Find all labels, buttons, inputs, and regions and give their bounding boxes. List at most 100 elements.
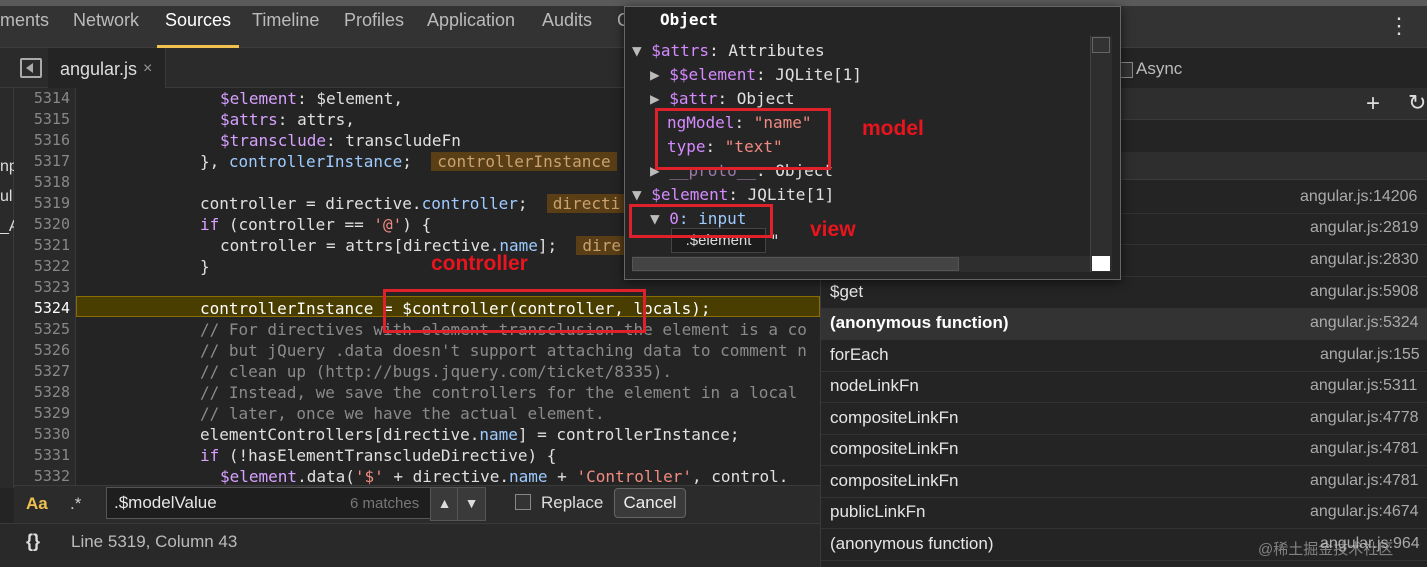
code-token: $element <box>220 467 298 485</box>
code-token: ]; <box>537 236 558 255</box>
call-frame-location[interactable]: angular.js:5324 <box>1310 314 1419 332</box>
code-token: controllerInstance <box>228 152 403 171</box>
vertical-scrollbar[interactable] <box>1090 36 1112 272</box>
call-frame-location[interactable]: angular.js:155 <box>1320 346 1420 364</box>
match-case-toggle[interactable]: Aa <box>26 494 48 514</box>
code-token: name <box>479 425 518 444</box>
annotation-box-model <box>655 108 831 170</box>
code-line: if (controller == '@') { <box>200 215 431 234</box>
call-frame[interactable]: nodeLinkFn angular.js:5311 <box>821 371 1427 403</box>
replace-label: Replace <box>541 493 604 512</box>
call-frame-name: compositeLinkFn <box>830 471 959 490</box>
code-token: elementControllers[directive. <box>200 425 480 444</box>
code-comment: // but jQuery .data doesn't support atta… <box>200 341 807 360</box>
code-token: + directive. <box>383 467 509 485</box>
code-token: if <box>200 215 220 234</box>
call-frame-selected[interactable]: (anonymous function) angular.js:5324 <box>821 308 1427 340</box>
code-line: $element.data('$' + directive.name + 'Co… <box>220 467 788 485</box>
call-frame[interactable]: compositeLinkFn angular.js:4778 <box>821 403 1427 435</box>
scroll-up-button[interactable] <box>1092 37 1110 53</box>
code-line: $element: $element, <box>220 89 403 108</box>
code-token: , control. <box>692 467 789 485</box>
add-watch-icon[interactable]: + <box>1366 90 1380 118</box>
call-frame[interactable]: $get angular.js:5908 <box>821 277 1427 309</box>
annotation-box-controller <box>383 289 646 333</box>
property-name: $$element <box>669 65 756 84</box>
tree-node[interactable]: ▶ $$element: JQLite[1] <box>650 65 862 84</box>
code-line: }, controllerInstance; controllerInstanc… <box>200 152 617 171</box>
call-frame-location[interactable]: angular.js:5311 <box>1310 377 1417 395</box>
cancel-button[interactable]: Cancel <box>614 488 686 518</box>
call-frame-location[interactable]: angular.js:2830 <box>1310 251 1419 269</box>
call-frame[interactable]: compositeLinkFn angular.js:4781 <box>821 466 1427 498</box>
property-name: $element <box>651 185 729 204</box>
call-frame-name: compositeLinkFn <box>830 408 959 427</box>
code-token: : transcludeFn <box>325 131 461 150</box>
call-frame-location[interactable]: angular.js:4778 <box>1310 409 1419 427</box>
tab-timeline[interactable]: Timeline <box>252 10 319 31</box>
code-token: (!hasElementTranscludeDirective) { <box>219 446 557 465</box>
more-options-icon[interactable]: ⋮ <box>1388 12 1410 40</box>
property-value: : JQLite[1] <box>755 65 862 84</box>
annotation-box-view <box>629 204 773 238</box>
call-frame[interactable]: forEach angular.js:155 <box>821 340 1427 372</box>
code-token: ] = controllerInstance; <box>517 425 740 444</box>
tab-audits[interactable]: Audits <box>542 10 592 31</box>
close-tab-icon[interactable]: × <box>143 60 152 78</box>
annotation-view-label: view <box>810 218 856 241</box>
code-token: + <box>547 467 577 485</box>
call-frame-name: compositeLinkFn <box>830 439 959 458</box>
code-token: '@' <box>373 215 403 234</box>
call-frame-location[interactable]: angular.js:2819 <box>1310 219 1419 237</box>
annotation-controller-label: controller <box>431 252 528 275</box>
popover-title: Object <box>660 10 718 29</box>
call-frame-location[interactable]: angular.js:4781 <box>1310 440 1419 458</box>
property-name: $attrs <box>651 41 710 60</box>
call-frame-name: forEach <box>830 345 889 364</box>
call-frame-name: (anonymous function) <box>830 534 994 553</box>
code-comment: // later, once we have the actual elemen… <box>200 404 605 423</box>
code-token: $attrs <box>220 110 278 129</box>
code-token: ; <box>517 194 528 213</box>
code-token: '$' <box>354 467 384 485</box>
tree-node-expanded[interactable]: ▼ $element: JQLite[1] <box>632 185 834 204</box>
tab-sources[interactable]: Sources <box>165 10 231 31</box>
file-tab-label: angular.js <box>60 59 138 79</box>
refresh-icon[interactable]: ↻ <box>1408 90 1426 116</box>
tab-application[interactable]: Application <box>427 10 515 31</box>
code-line: } <box>200 257 210 276</box>
code-token: ; <box>402 152 412 171</box>
property-value: : Object <box>717 89 795 108</box>
tree-node-expanded[interactable]: ▼ $attrs: Attributes <box>632 41 825 60</box>
property-value: : Attributes <box>709 41 825 60</box>
inline-value-badge: dire <box>576 236 627 255</box>
previous-match-button[interactable]: ▲ <box>430 487 459 521</box>
call-frame[interactable]: compositeLinkFn angular.js:4781 <box>821 434 1427 466</box>
search-input-value: .$modelValue <box>114 493 217 512</box>
code-token: : attrs, <box>277 110 355 129</box>
scroll-corner <box>1092 256 1110 271</box>
call-frame-location[interactable]: angular.js:5908 <box>1310 283 1419 301</box>
code-line: controller = attrs[directive.name]; dire <box>220 236 627 255</box>
code-comment: // Instead, we save the controllers for … <box>200 383 798 402</box>
inline-value-badge: controllerInstance <box>431 152 617 171</box>
pretty-print-icon[interactable]: {} <box>26 531 40 552</box>
replace-checkbox[interactable] <box>515 494 531 510</box>
next-match-button[interactable]: ▼ <box>457 487 486 521</box>
property-name: $attr <box>669 89 718 108</box>
code-line: if (!hasElementTranscludeDirective) { <box>200 446 556 465</box>
code-line: controller = directive.controller; direc… <box>200 194 627 213</box>
tree-node[interactable]: ▶ $attr: Object <box>650 89 795 108</box>
tab-elements[interactable]: ments <box>0 10 49 31</box>
code-token: $transclude <box>220 131 326 150</box>
call-frame-location[interactable]: angular.js:14206 <box>1300 188 1417 206</box>
call-frame[interactable]: publicLinkFn angular.js:4674 <box>821 497 1427 529</box>
call-frame-location[interactable]: angular.js:4781 <box>1310 472 1419 490</box>
regex-toggle[interactable]: .* <box>70 494 81 514</box>
toggle-navigator-icon[interactable] <box>20 58 42 78</box>
code-token: (controller == <box>219 215 374 234</box>
call-frame-location[interactable]: angular.js:4674 <box>1310 503 1419 521</box>
tab-network[interactable]: Network <box>73 10 139 31</box>
horizontal-scroll-thumb[interactable] <box>632 257 959 271</box>
tab-profiles[interactable]: Profiles <box>344 10 404 31</box>
